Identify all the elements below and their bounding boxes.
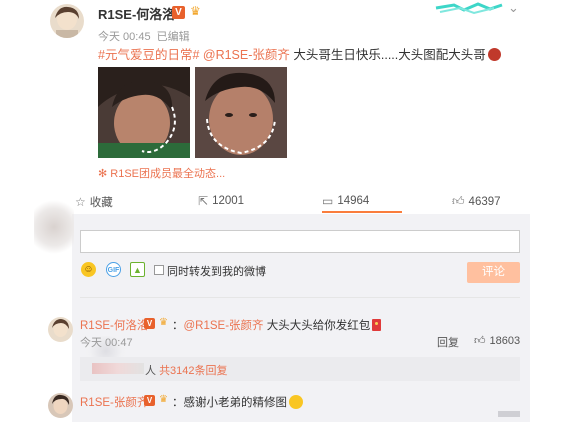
gif-icon[interactable]: GIF [106,262,121,277]
post-text: #元气爱豆的日常# @R1SE-张颜齐 大头哥生日快乐.....大头图配大头哥 [98,44,501,63]
like-count: 46397 [468,195,501,208]
forward-button[interactable]: ⇱ 12001 [198,194,244,208]
comment-avatar[interactable] [48,393,73,418]
comment-prefix: ： [172,397,184,409]
comment-text: ：感谢小老弟的精修图 [172,394,303,410]
red-envelope-icon [372,319,382,331]
more-chevron-icon[interactable]: ⌄ [508,0,519,16]
image-icon[interactable]: ▲ [130,262,145,277]
verified-badge: V [144,395,155,406]
comment-like-count: 18603 [489,334,521,347]
forward-checkbox[interactable] [154,265,164,275]
reply-button[interactable]: 回复 [437,334,459,350]
member-crown-icon: ♛ [159,317,168,328]
member-crown-icon: ♛ [190,4,201,18]
forward-icon: ⇱ [198,194,209,208]
thumbs-up-icon: 👍︎ [452,194,465,208]
comment-time: 今天 00:47 [80,337,133,349]
comment-author[interactable]: R1SE-何洛洛 [80,317,148,333]
verified-badge: V [172,6,185,19]
cut-off-like-count [498,411,520,417]
decorative-scribble-icon [435,2,503,15]
submit-comment-button[interactable]: 评论 [467,262,520,283]
group-link[interactable]: ✻ R1SE团成员最全动态... [98,165,225,181]
favorite-label: 收藏 [89,197,113,209]
post-time[interactable]: 今天 00:45 [98,31,151,43]
divider [80,297,520,298]
comment-prefix: ： [172,320,184,332]
author-avatar[interactable] [50,4,84,38]
reply-summary-suffix: 人 [145,365,156,377]
member-crown-icon: ♛ [159,394,168,405]
comment-body: 大头大头给你发红包 [266,320,371,332]
post-photo-2[interactable] [195,67,287,158]
post-body: 大头哥生日快乐.....大头图配大头哥 [293,48,486,62]
comment-like-button[interactable]: 👍︎ 18603 [474,334,521,348]
smile-emoji-icon [289,395,303,409]
mention-link[interactable]: @R1SE-张颜齐 [184,320,264,332]
edited-label: 已编辑 [156,31,190,43]
active-tab-indicator [322,211,402,213]
comment-body: 感谢小老弟的精修图 [183,397,288,409]
topic-link[interactable]: #元气爱豆的日常# [98,48,199,62]
like-button[interactable]: 👍︎ 46397 [452,194,501,209]
view-replies-link[interactable]: 共3142条回复 [159,365,227,377]
comment-icon: ▭ [322,194,334,208]
thumbs-up-icon: 👍︎ [474,335,486,347]
action-bar: ☆ 收藏 ⇱ 12001 ▭ 14964 👍︎ 46397 [72,190,530,213]
emoji-icon[interactable]: ☺ [81,262,96,277]
favorite-button[interactable]: ☆ 收藏 [75,194,113,210]
star-icon: ☆ [75,195,86,209]
comment-avatar[interactable] [48,317,73,342]
author-name[interactable]: R1SE-何洛洛 [98,4,175,23]
devil-emoji-icon [487,48,501,61]
forward-checkbox-label: 同时转发到我的微博 [167,266,266,278]
blurred-replier-names [92,363,144,374]
mention-link[interactable]: @R1SE-张颜齐 [203,48,290,62]
reply-summary-text: 人 共3142条回复 [145,362,228,378]
comment-input[interactable] [80,230,520,253]
comment-count: 14964 [337,195,370,207]
forward-count: 12001 [212,195,245,207]
comment-author[interactable]: R1SE-张颜齐 [80,394,148,410]
post-photo-1[interactable] [98,67,190,158]
verified-badge: V [144,318,155,329]
comment-button[interactable]: ▭ 14964 [322,194,369,208]
post-meta: 今天 00:45 已编辑 [98,28,196,44]
blurred-avatar [34,200,74,254]
comment-text: ：@R1SE-张颜齐 大头大头给你发红包 [172,317,382,333]
group-link-label: R1SE团成员最全动态... [110,168,226,180]
